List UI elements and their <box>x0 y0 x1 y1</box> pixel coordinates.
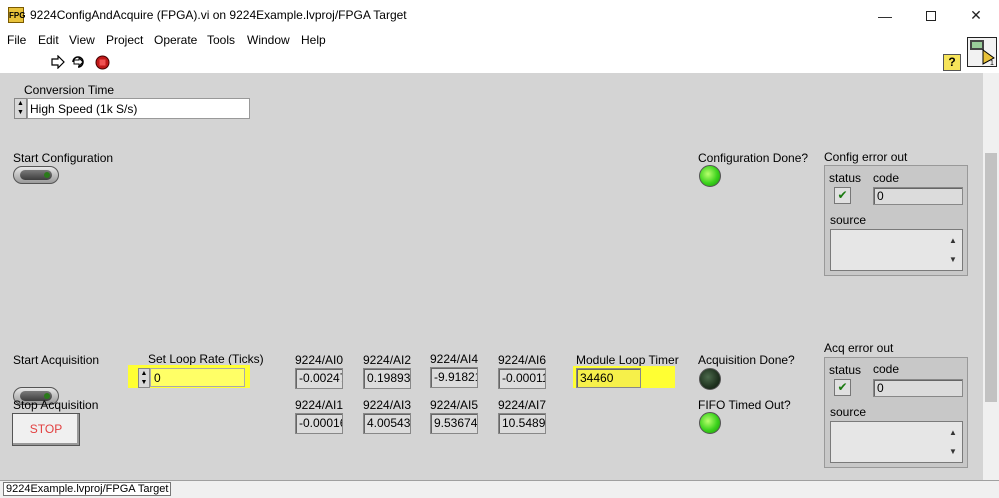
channel-label: 9224/AI4 <box>430 352 479 366</box>
maximize-icon <box>926 10 936 21</box>
svg-text:1: 1 <box>990 60 994 66</box>
channel-label: 9224/AI2 <box>363 353 412 367</box>
stop-acquisition-label: Stop Acquisition <box>13 398 99 412</box>
config-source-label: source <box>830 213 867 227</box>
channel-value: -0.00011 <box>498 368 546 389</box>
channel-value: -9.91821 <box>430 367 478 388</box>
channel-value: 10.5489 <box>498 413 546 434</box>
conversion-time-stepper[interactable]: ▲ ▼ <box>14 98 27 119</box>
loop-rate-input[interactable]: 0 <box>150 368 245 387</box>
channel-label: 9224/AI0 <box>295 353 344 367</box>
config-status-check-icon: ✔ <box>834 187 851 204</box>
config-error-out-title: Config error out <box>824 150 908 164</box>
vi-icon[interactable]: 1 <box>967 37 997 67</box>
channel-value: 9.536748 <box>430 413 478 434</box>
start-acquisition-label: Start Acquisition <box>13 353 100 367</box>
configuration-done-label: Configuration Done? <box>698 151 809 165</box>
close-icon: ✕ <box>970 7 982 23</box>
channel-value: -0.00016 <box>295 413 343 434</box>
menu-file[interactable]: File <box>7 33 26 47</box>
menu-view[interactable]: View <box>69 33 95 47</box>
config-code-label: code <box>873 171 900 185</box>
abort-icon <box>95 55 110 70</box>
status-bar-target: 9224Example.lvproj/FPGA Target <box>3 482 172 496</box>
toolbar <box>0 50 965 73</box>
window-title: 9224ConfigAndAcquire (FPGA).vi on 9224Ex… <box>30 8 407 22</box>
close-button[interactable]: ✕ <box>953 0 999 31</box>
config-source-text <box>830 229 963 271</box>
config-source-scroll[interactable]: ▲ ▼ <box>946 231 960 269</box>
acq-error-out-title: Acq error out <box>824 341 894 355</box>
acq-code-label: code <box>873 362 900 376</box>
set-loop-rate-label: Set Loop Rate (Ticks) <box>148 352 264 366</box>
channel-label: 9224/AI7 <box>498 398 547 412</box>
channel-value: 0.198936 <box>363 368 411 389</box>
conversion-time-label: Conversion Time <box>24 83 115 97</box>
acquisition-done-led <box>699 368 721 390</box>
menu-edit[interactable]: Edit <box>38 33 59 47</box>
menu-project[interactable]: Project <box>106 33 143 47</box>
acquisition-done-label: Acquisition Done? <box>698 353 795 367</box>
channel-value: 4.005438 <box>363 413 411 434</box>
channel-label: 9224/AI3 <box>363 398 412 412</box>
config-status-label: status <box>829 171 862 185</box>
menu-help[interactable]: Help <box>301 33 326 47</box>
channel-label: 9224/AI1 <box>295 398 344 412</box>
fpga-vi-icon: 1 <box>970 40 995 67</box>
menu-tools[interactable]: Tools <box>207 33 235 47</box>
loop-rate-stepper[interactable]: ▲ ▼ <box>138 368 150 388</box>
run-button[interactable] <box>51 54 65 70</box>
start-configuration-toggle[interactable] <box>13 166 59 184</box>
acq-source-label: source <box>830 405 867 419</box>
channel-label: 9224/AI5 <box>430 398 479 412</box>
fifo-timed-out-led <box>699 412 721 434</box>
start-configuration-label: Start Configuration <box>13 151 114 165</box>
config-code-value: 0 <box>873 187 963 205</box>
scrollbar-thumb[interactable] <box>985 153 997 402</box>
acq-code-value: 0 <box>873 379 963 397</box>
context-help-button[interactable]: ? <box>943 54 961 71</box>
module-loop-timer-value: 34460 <box>576 368 641 388</box>
configuration-done-led <box>699 165 721 187</box>
menu-operate[interactable]: Operate <box>154 33 197 47</box>
fifo-timed-out-label: FIFO Timed Out? <box>698 398 791 412</box>
labview-app-icon: FPG <box>8 7 25 23</box>
channel-value: -0.00247 <box>295 368 343 389</box>
acq-status-label: status <box>829 363 862 377</box>
menu-window[interactable]: Window <box>247 33 290 47</box>
menu-bar <box>0 31 999 50</box>
acq-status-check-icon: ✔ <box>834 379 851 396</box>
run-arrow-icon <box>51 54 65 70</box>
stop-button[interactable]: STOP <box>12 413 80 446</box>
maximize-button[interactable] <box>908 0 954 31</box>
channel-label: 9224/AI6 <box>498 353 547 367</box>
minimize-button[interactable]: — <box>862 0 908 31</box>
module-loop-timer-label: Module Loop Timer <box>576 353 679 367</box>
minimize-icon: — <box>878 7 892 24</box>
abort-button[interactable] <box>95 55 110 70</box>
run-continuously-button[interactable] <box>70 54 86 70</box>
run-continuously-icon <box>72 56 84 68</box>
acq-source-scroll[interactable]: ▲ ▼ <box>946 423 960 461</box>
acq-source-text <box>830 421 963 463</box>
conversion-time-ring[interactable]: High Speed (1k S/s) <box>27 98 250 119</box>
